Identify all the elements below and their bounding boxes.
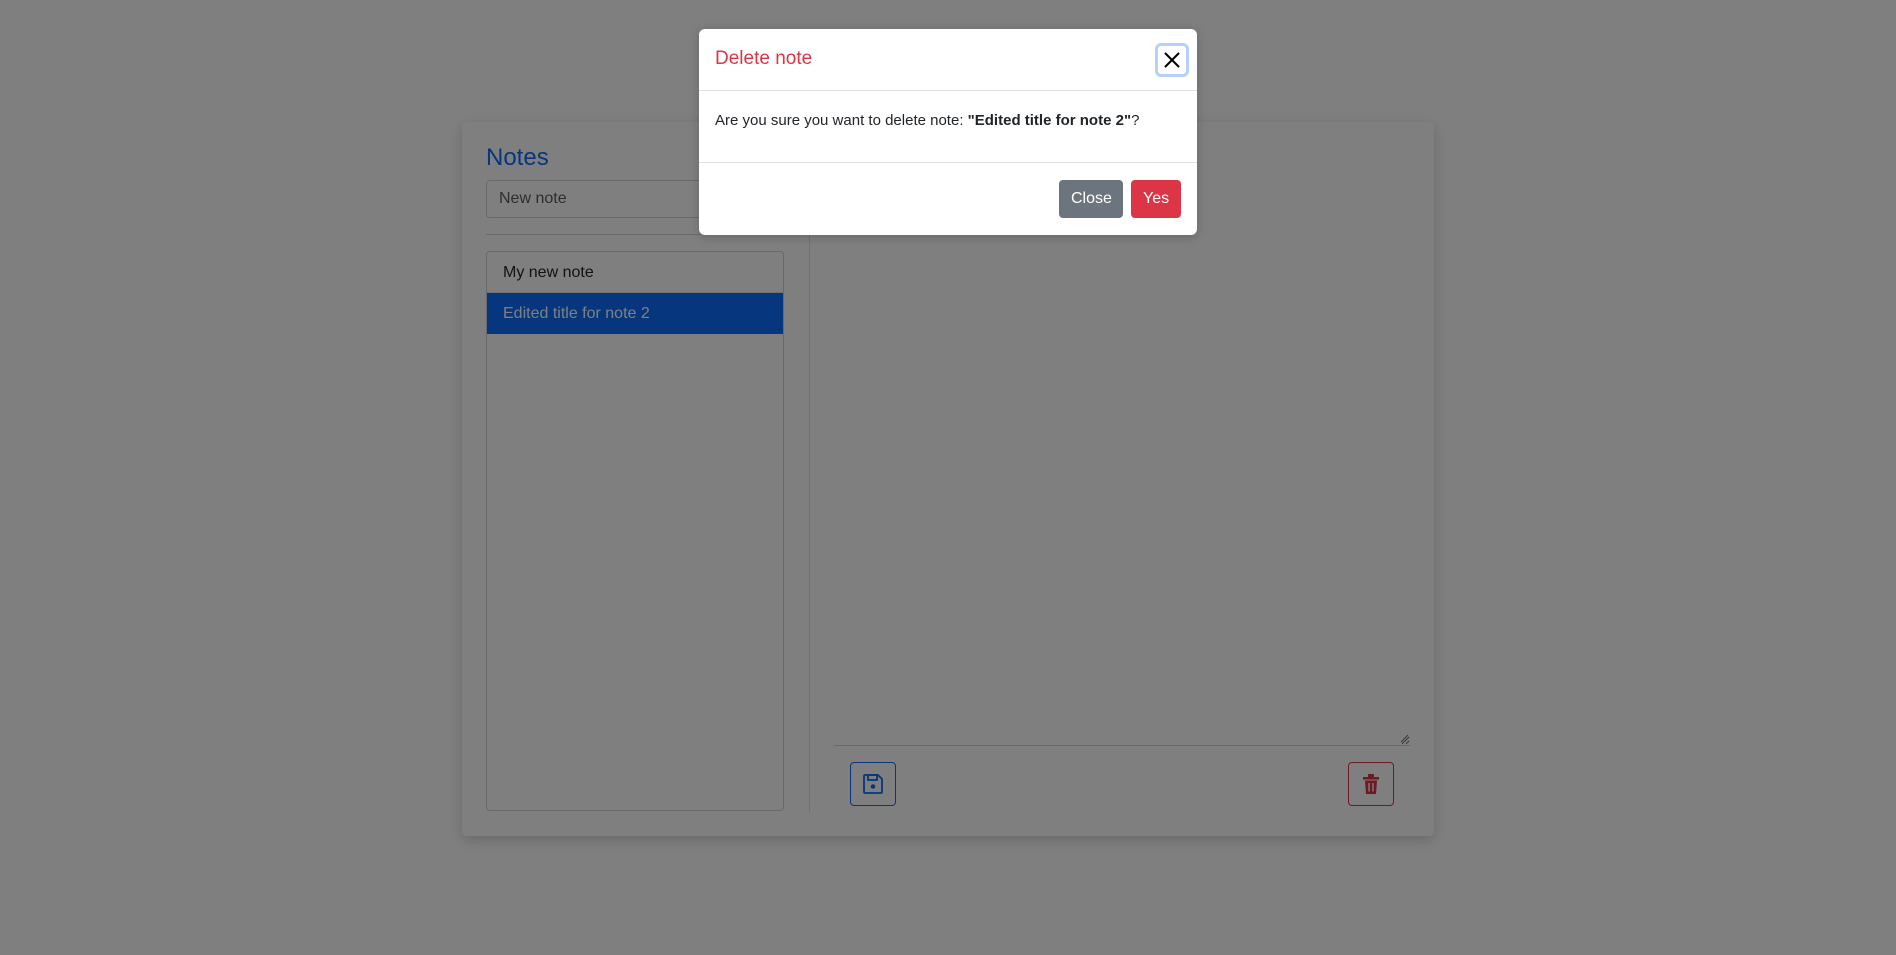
- modal-message-suffix: ?: [1131, 112, 1140, 129]
- modal-title: Delete note: [715, 48, 813, 69]
- close-x-icon: [1164, 52, 1180, 68]
- modal-message-prefix: Are you sure you want to delete note:: [715, 112, 968, 129]
- modal-body: Are you sure you want to delete note: "E…: [699, 91, 1197, 163]
- modal-note-name: "Edited title for note 2": [967, 112, 1132, 129]
- modal-close-button[interactable]: [1155, 43, 1189, 77]
- delete-note-dialog: Delete note Are you sure you want to del…: [699, 29, 1197, 235]
- modal-message: Are you sure you want to delete note: "E…: [715, 111, 1139, 131]
- confirm-delete-button[interactable]: Yes: [1131, 180, 1181, 218]
- modal-footer: Close Yes: [699, 163, 1197, 235]
- modal-header: Delete note: [699, 29, 1197, 91]
- page: Notes My new note Edited title for note …: [0, 0, 1896, 955]
- close-button[interactable]: Close: [1059, 180, 1123, 218]
